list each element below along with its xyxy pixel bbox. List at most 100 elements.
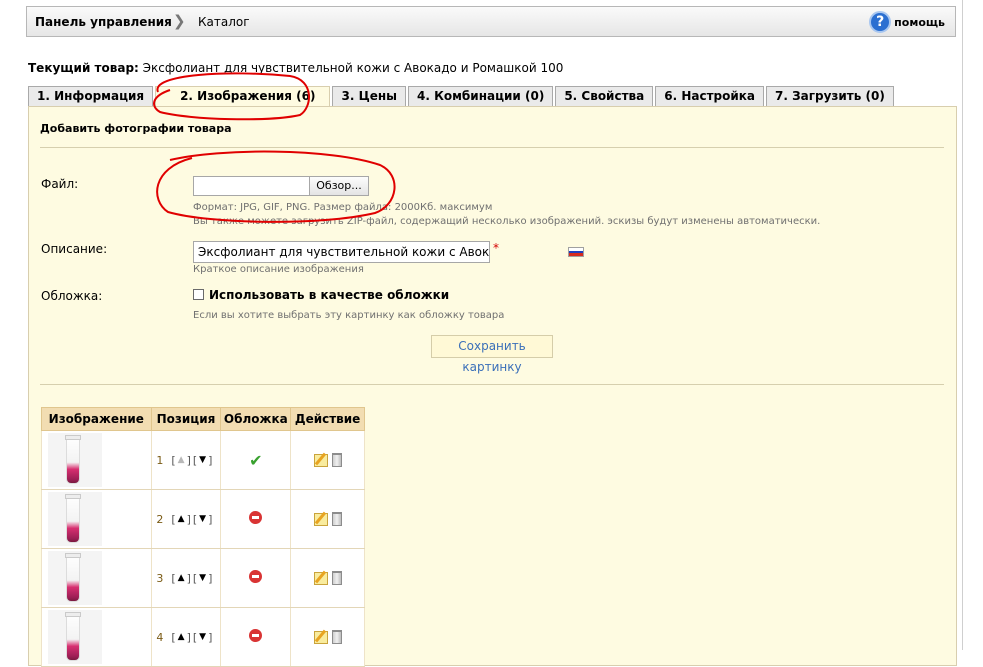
product-thumbnail[interactable] <box>48 551 102 605</box>
cover-cell <box>220 489 292 549</box>
cover-label: Обложка: <box>41 289 103 303</box>
bracket-left: [ <box>171 630 176 644</box>
description-label: Описание: <box>41 242 108 256</box>
edit-icon[interactable] <box>313 512 328 526</box>
column-header-cover: Обложка <box>220 407 292 431</box>
product-tube-image <box>66 436 80 484</box>
move-up-icon: ▲ <box>177 455 185 465</box>
edit-icon[interactable] <box>313 453 328 467</box>
bracket-left: [ <box>171 571 176 585</box>
description-input[interactable]: Эксфолиант для чувствительной кожи с Аво… <box>193 241 490 263</box>
edit-icon[interactable] <box>313 630 328 644</box>
bracket-right: ] <box>208 453 213 467</box>
breadcrumb-separator-icon: ❯ <box>173 12 186 30</box>
product-tube-image <box>66 613 80 661</box>
bracket-left: [ <box>171 512 176 526</box>
breadcrumb-root[interactable]: Панель управления <box>35 15 172 29</box>
product-thumbnail[interactable] <box>48 610 102 664</box>
table-row: 2 [ ▲ ] [ ▼ ] <box>41 489 365 549</box>
cover-not-selected-icon[interactable] <box>249 629 263 642</box>
image-cell <box>41 489 152 549</box>
cover-cell <box>220 607 292 667</box>
table-row: 4 [ ▲ ] [ ▼ ] <box>41 607 365 667</box>
position-cell: 2 [ ▲ ] [ ▼ ] <box>150 489 222 549</box>
cover-cell <box>220 548 292 608</box>
table-row: 1 [ ▲ ] [ ▼ ] ✔ <box>41 430 365 490</box>
move-up-icon[interactable]: ▲ <box>178 573 185 583</box>
bracket-right: ] <box>208 512 213 526</box>
product-tube-image <box>66 554 80 602</box>
action-cell <box>290 607 365 667</box>
move-up-icon[interactable]: ▲ <box>178 632 185 642</box>
cover-checkbox-label[interactable]: Использовать в качестве обложки <box>209 288 449 302</box>
bracket-right: ] <box>186 453 191 467</box>
product-tube-cap <box>65 494 81 499</box>
header-bar: Панель управления ❯ Каталог ? помощь <box>26 6 956 37</box>
product-tube-cap <box>65 612 81 617</box>
cover-not-selected-icon[interactable] <box>249 511 263 524</box>
images-table: Изображение Позиция Обложка Действие 1 [… <box>41 407 365 667</box>
required-marker: * <box>493 241 499 255</box>
help-label: помощь <box>894 15 945 29</box>
cover-not-selected-icon[interactable] <box>249 570 263 583</box>
tab-download[interactable]: 7. Загрузить (0) <box>766 86 894 107</box>
bracket-right: ] <box>208 571 213 585</box>
edit-icon[interactable] <box>313 571 328 585</box>
browse-button[interactable]: Обзор... <box>309 176 369 196</box>
file-format-hint: Формат: JPG, GIF, PNG. Размер файла: 200… <box>193 202 493 213</box>
bracket-left: [ <box>192 453 198 467</box>
save-image-button[interactable]: Сохранить картинку <box>431 335 553 374</box>
position-cell: 4 [ ▲ ] [ ▼ ] <box>150 607 222 667</box>
cover-selected-icon[interactable]: ✔ <box>249 451 262 470</box>
column-header-image: Изображение <box>41 407 152 431</box>
tab-settings[interactable]: 6. Настройка <box>655 86 765 107</box>
position-number: 4 <box>156 630 164 644</box>
delete-icon[interactable] <box>331 453 342 467</box>
divider <box>40 384 944 385</box>
bracket-right: ] <box>186 571 191 585</box>
column-header-position: Позиция <box>150 407 222 431</box>
tab-prices[interactable]: 3. Цены <box>332 86 406 107</box>
product-thumbnail[interactable] <box>48 433 102 487</box>
bracket-right: ] <box>208 630 213 644</box>
tab-combinations[interactable]: 4. Комбинации (0) <box>407 86 554 107</box>
bracket-right: ] <box>186 512 191 526</box>
image-cell <box>41 430 152 490</box>
move-up-icon[interactable]: ▲ <box>178 514 185 524</box>
tab-information[interactable]: 1. Информация <box>28 86 154 107</box>
bracket-left: [ <box>171 453 176 467</box>
section-title: Добавить фотографии товара <box>40 122 232 135</box>
image-cell <box>41 607 152 667</box>
table-header-row: Изображение Позиция Обложка Действие <box>41 407 365 431</box>
images-panel: Добавить фотографии товара Файл: Обзор..… <box>28 106 957 667</box>
bracket-left: [ <box>192 571 198 585</box>
current-product-label: Текущий товар: <box>28 61 139 75</box>
cover-hint: Если вы хотите выбрать эту картинку как … <box>193 310 505 321</box>
delete-icon[interactable] <box>331 571 342 585</box>
bracket-left: [ <box>192 512 198 526</box>
cover-checkbox[interactable] <box>193 289 204 300</box>
position-number: 1 <box>156 453 164 467</box>
bracket-left: [ <box>192 630 198 644</box>
tab-images[interactable]: 2. Изображения (6) <box>155 86 331 108</box>
bracket-right: ] <box>186 630 191 644</box>
move-down-icon[interactable]: ▼ <box>199 455 206 465</box>
divider <box>40 147 944 148</box>
help-icon: ? <box>869 11 892 33</box>
russian-flag-icon[interactable] <box>568 247 584 257</box>
flag-stripe-red <box>569 253 583 256</box>
delete-icon[interactable] <box>331 512 342 526</box>
column-header-action: Действие <box>290 407 365 431</box>
move-down-icon[interactable]: ▼ <box>199 573 206 583</box>
image-cell <box>41 548 152 608</box>
breadcrumb-current[interactable]: Каталог <box>198 15 250 29</box>
table-row: 3 [ ▲ ] [ ▼ ] <box>41 548 365 608</box>
delete-icon[interactable] <box>331 630 342 644</box>
position-cell: 3 [ ▲ ] [ ▼ ] <box>150 548 222 608</box>
tab-features[interactable]: 5. Свойства <box>555 86 654 107</box>
cover-cell: ✔ <box>220 430 292 490</box>
move-down-icon[interactable]: ▼ <box>199 514 206 524</box>
move-down-icon[interactable]: ▼ <box>199 632 206 642</box>
help-button[interactable]: ? помощь <box>869 11 945 33</box>
product-thumbnail[interactable] <box>48 492 102 546</box>
